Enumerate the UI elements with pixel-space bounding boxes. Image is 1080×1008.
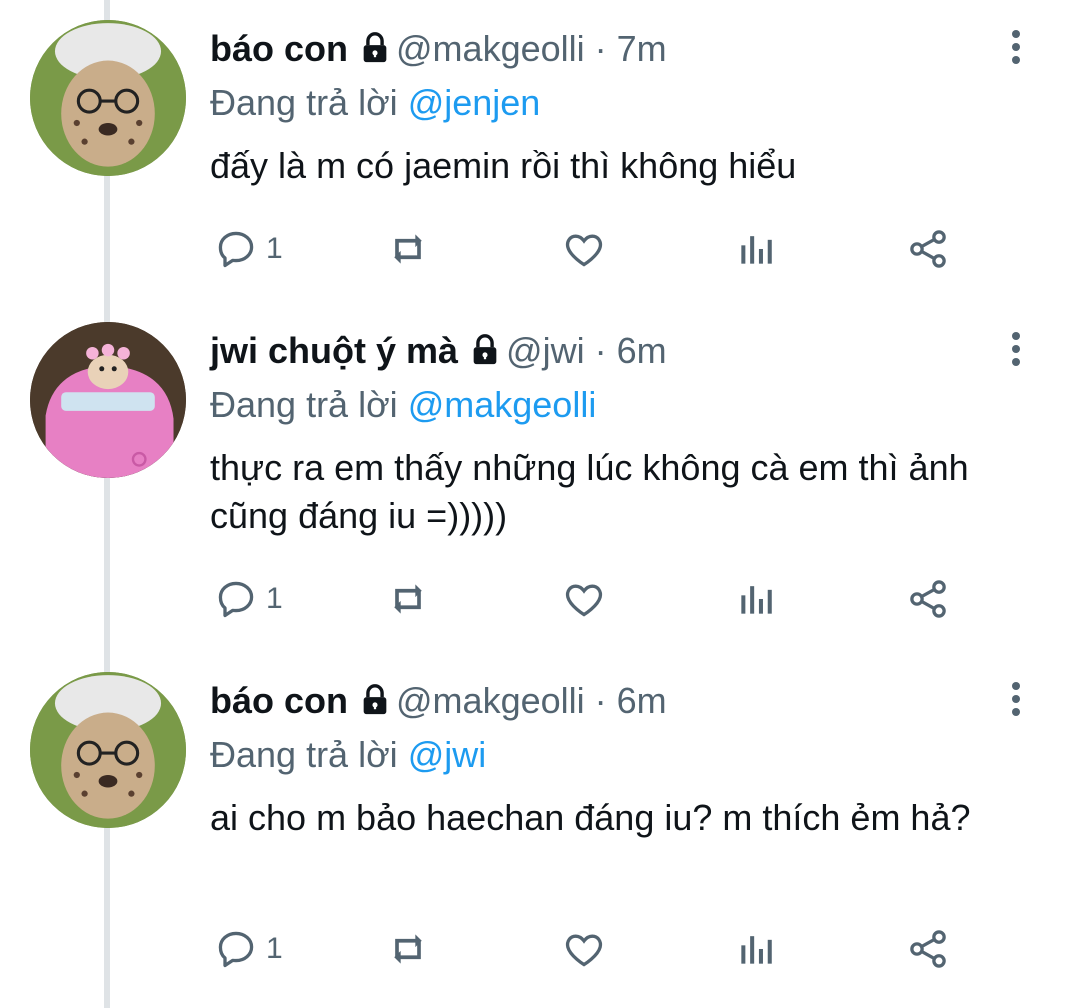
reply-count: 1 bbox=[266, 932, 283, 965]
lock-icon bbox=[358, 683, 392, 726]
views-button[interactable] bbox=[734, 924, 778, 974]
retweet-button[interactable] bbox=[386, 574, 430, 624]
avatar[interactable] bbox=[30, 322, 186, 478]
views-icon bbox=[741, 236, 772, 264]
display-name[interactable]: báo con bbox=[210, 680, 348, 721]
reply-count: 1 bbox=[266, 232, 283, 265]
lock-icon bbox=[358, 31, 392, 74]
retweet-icon bbox=[394, 934, 422, 964]
reply-icon bbox=[218, 581, 254, 618]
more-icon[interactable] bbox=[1000, 28, 1032, 68]
like-button[interactable] bbox=[562, 924, 606, 974]
retweet-button[interactable] bbox=[386, 924, 430, 974]
handle[interactable]: @makgeolli bbox=[396, 680, 585, 721]
tweet-text: đấy là m có jaemin rồi thì không hiểu bbox=[210, 145, 797, 186]
replying-prefix: Đang trả lời bbox=[210, 734, 398, 775]
like-icon bbox=[565, 934, 603, 967]
more-icon[interactable] bbox=[1000, 680, 1032, 720]
views-icon bbox=[741, 936, 772, 964]
share-icon bbox=[910, 230, 946, 268]
tweet-header: báo con @makgeolli · 7m bbox=[210, 28, 667, 74]
share-button[interactable] bbox=[906, 574, 950, 624]
views-button[interactable] bbox=[734, 574, 778, 624]
views-icon bbox=[741, 586, 772, 614]
reply-count: 1 bbox=[266, 582, 283, 615]
timestamp[interactable]: · 6m bbox=[595, 330, 667, 371]
replying-to: Đang trả lời @makgeolli bbox=[210, 384, 596, 426]
retweet-button[interactable] bbox=[386, 224, 430, 274]
handle[interactable]: @jwi bbox=[506, 330, 585, 371]
replying-to: Đang trả lời @jenjen bbox=[210, 82, 540, 124]
replying-prefix: Đang trả lời bbox=[210, 82, 398, 123]
like-button[interactable] bbox=[562, 224, 606, 274]
tweet-text: thực ra em thấy những lúc không cà em th… bbox=[210, 447, 969, 536]
tweet-header: jwi chuột ý mà @jwi · 6m bbox=[210, 330, 667, 376]
like-icon bbox=[565, 584, 603, 617]
replying-to: Đang trả lời @jwi bbox=[210, 734, 486, 776]
like-button[interactable] bbox=[562, 574, 606, 624]
action-bar: 1 bbox=[210, 224, 970, 274]
avatar[interactable] bbox=[30, 20, 186, 176]
tweet-text: ai cho m bảo haechan đáng iu? m thích ẻm… bbox=[210, 797, 971, 838]
timestamp[interactable]: · 7m bbox=[595, 28, 667, 69]
reply-button[interactable]: 1 bbox=[214, 924, 283, 974]
action-bar: 1 bbox=[210, 924, 970, 974]
replying-prefix: Đang trả lời bbox=[210, 384, 398, 425]
share-button[interactable] bbox=[906, 224, 950, 274]
retweet-icon bbox=[394, 584, 422, 614]
timestamp[interactable]: · 6m bbox=[595, 680, 667, 721]
mention-link[interactable]: @jwi bbox=[408, 734, 487, 775]
action-bar: 1 bbox=[210, 574, 970, 624]
reply-icon bbox=[218, 231, 254, 268]
reply-button[interactable]: 1 bbox=[214, 224, 283, 274]
mention-link[interactable]: @makgeolli bbox=[408, 384, 597, 425]
lock-icon bbox=[468, 333, 502, 376]
views-button[interactable] bbox=[734, 224, 778, 274]
share-icon bbox=[910, 930, 946, 968]
reply-icon bbox=[218, 931, 254, 968]
more-icon[interactable] bbox=[1000, 330, 1032, 370]
display-name[interactable]: báo con bbox=[210, 28, 348, 69]
avatar[interactable] bbox=[30, 672, 186, 828]
reply-button[interactable]: 1 bbox=[214, 574, 283, 624]
handle[interactable]: @makgeolli bbox=[396, 28, 585, 69]
mention-link[interactable]: @jenjen bbox=[408, 82, 541, 123]
like-icon bbox=[565, 234, 603, 267]
tweet-header: báo con @makgeolli · 6m bbox=[210, 680, 667, 726]
share-icon bbox=[910, 580, 946, 618]
share-button[interactable] bbox=[906, 924, 950, 974]
display-name[interactable]: jwi chuột ý mà bbox=[210, 330, 458, 371]
retweet-icon bbox=[394, 234, 422, 264]
